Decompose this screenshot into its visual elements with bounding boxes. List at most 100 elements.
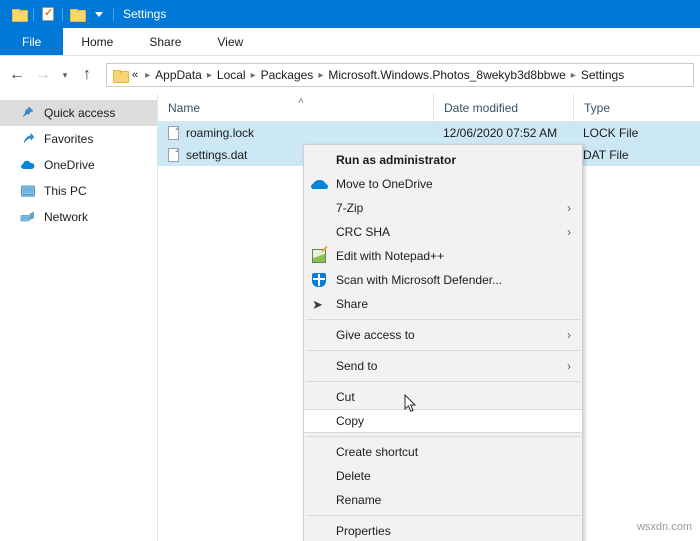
breadcrumb-item-package[interactable]: Microsoft.Windows.Photos_8wekyb3d8bbwe bbox=[328, 68, 565, 82]
menu-item-edit-with-notepad-plus-plus[interactable]: Edit with Notepad++ bbox=[304, 244, 582, 268]
chevron-right-icon: › bbox=[567, 328, 571, 342]
chevron-right-icon: ▸ bbox=[145, 69, 151, 81]
menu-item-rename[interactable]: Rename bbox=[304, 488, 582, 512]
network-icon bbox=[20, 209, 36, 225]
breadcrumb-item-appdata[interactable]: AppData bbox=[155, 68, 202, 82]
folder-icon[interactable] bbox=[8, 3, 30, 25]
generic-file-icon bbox=[168, 148, 179, 162]
blank-icon-slot bbox=[312, 200, 334, 216]
chevron-right-icon: › bbox=[567, 225, 571, 239]
menu-separator bbox=[306, 381, 580, 382]
file-name-label: settings.dat bbox=[186, 148, 248, 162]
title-bar: Settings bbox=[0, 0, 700, 28]
menu-item-share[interactable]: ➤ Share bbox=[304, 292, 582, 316]
menu-item-label: Run as administrator bbox=[336, 153, 457, 167]
menu-item-label: Send to bbox=[336, 359, 378, 373]
folder-icon bbox=[113, 69, 129, 83]
breadcrumb-overflow[interactable]: « bbox=[132, 69, 138, 81]
menu-item-label: Rename bbox=[336, 493, 382, 507]
menu-item-label: Create shortcut bbox=[336, 445, 419, 459]
blank-icon-slot bbox=[312, 413, 334, 429]
menu-item-crc-sha[interactable]: CRC SHA › bbox=[304, 220, 582, 244]
ribbon-tab-bar: File Home Share View bbox=[0, 28, 700, 56]
watermark: wsxdn.com bbox=[636, 521, 692, 533]
column-header-type[interactable]: Type bbox=[573, 93, 700, 122]
menu-item-scan-with-microsoft-defender[interactable]: Scan with Microsoft Defender... bbox=[304, 268, 582, 292]
menu-item-label: Cut bbox=[336, 390, 355, 404]
arrow-up-icon[interactable]: ↑ bbox=[74, 62, 100, 88]
chevron-right-icon: › bbox=[567, 201, 571, 215]
address-bar: ← → ▾ ↑ « ▸ AppData ▸ Local ▸ Packages ▸… bbox=[0, 56, 700, 94]
chevron-right-icon: ▸ bbox=[250, 69, 256, 81]
menu-item-run-as-administrator[interactable]: Run as administrator bbox=[304, 148, 582, 172]
menu-item-delete[interactable]: Delete bbox=[304, 464, 582, 488]
properties-icon[interactable] bbox=[37, 3, 59, 25]
sidebar-item-label: Favorites bbox=[44, 132, 94, 146]
menu-item-label: Delete bbox=[336, 469, 371, 483]
arrow-right-icon[interactable]: → bbox=[30, 62, 56, 88]
chevron-down-icon[interactable] bbox=[88, 3, 110, 25]
menu-item-7-zip[interactable]: 7-Zip › bbox=[304, 196, 582, 220]
menu-item-label: Properties bbox=[336, 524, 391, 538]
column-header-label: Date modified bbox=[444, 100, 519, 115]
menu-item-label: Share bbox=[336, 297, 369, 311]
chevron-right-icon: ▸ bbox=[570, 69, 576, 81]
breadcrumb-item-settings[interactable]: Settings bbox=[581, 68, 624, 82]
menu-item-label: CRC SHA bbox=[336, 225, 391, 239]
breadcrumb-item-packages[interactable]: Packages bbox=[261, 68, 314, 82]
column-header-name[interactable]: Name ˄ bbox=[158, 94, 433, 122]
blank-icon-slot bbox=[312, 358, 334, 374]
navigation-pane: Quick access Favorites OneDrive This PC … bbox=[0, 94, 158, 541]
menu-item-label: Scan with Microsoft Defender... bbox=[336, 273, 503, 287]
onedrive-cloud-icon bbox=[20, 157, 36, 173]
blank-icon-slot bbox=[312, 327, 334, 343]
menu-item-label: Move to OneDrive bbox=[336, 177, 433, 191]
chevron-down-icon[interactable]: ▾ bbox=[56, 62, 74, 88]
menu-separator bbox=[306, 436, 580, 437]
tab-share[interactable]: Share bbox=[131, 28, 199, 55]
blank-icon-slot bbox=[312, 444, 334, 460]
sidebar-item-favorites[interactable]: Favorites bbox=[0, 126, 157, 152]
sidebar-item-this-pc[interactable]: This PC bbox=[0, 178, 157, 204]
tab-file[interactable]: File bbox=[0, 28, 64, 55]
menu-item-move-to-onedrive[interactable]: Move to OneDrive bbox=[304, 172, 582, 196]
blank-icon-slot bbox=[312, 224, 334, 240]
new-folder-icon[interactable] bbox=[66, 3, 88, 25]
breadcrumb[interactable]: « ▸ AppData ▸ Local ▸ Packages ▸ Microso… bbox=[106, 63, 694, 87]
arrow-left-icon[interactable]: ← bbox=[4, 62, 30, 88]
this-pc-monitor-icon bbox=[20, 183, 36, 199]
favorites-arrow-icon bbox=[20, 131, 36, 147]
file-date-cell: 12/06/2020 07:52 AM bbox=[443, 126, 558, 140]
column-header-date-modified[interactable]: Date modified bbox=[433, 93, 573, 122]
menu-item-label: 7-Zip bbox=[336, 201, 364, 215]
sidebar-item-onedrive[interactable]: OneDrive bbox=[0, 152, 157, 178]
sidebar-item-quick-access[interactable]: Quick access bbox=[0, 100, 157, 126]
sidebar-item-label: Quick access bbox=[44, 106, 116, 120]
file-type-cell: LOCK File bbox=[583, 126, 639, 140]
sidebar-item-network[interactable]: Network bbox=[0, 204, 157, 230]
column-header-label: Type bbox=[584, 100, 611, 115]
blank-icon-slot bbox=[312, 492, 334, 508]
column-header-row: Name ˄ Date modified Type bbox=[158, 93, 700, 122]
menu-item-cut[interactable]: Cut bbox=[304, 385, 582, 409]
blank-icon-slot bbox=[312, 389, 334, 405]
menu-item-create-shortcut[interactable]: Create shortcut bbox=[304, 440, 582, 464]
onedrive-cloud-icon bbox=[311, 176, 334, 192]
file-name-cell: roaming.lock bbox=[158, 122, 433, 144]
tab-view[interactable]: View bbox=[199, 28, 261, 55]
table-row[interactable]: roaming.lock 12/06/2020 07:52 AM LOCK Fi… bbox=[158, 122, 700, 144]
file-type-cell: DAT File bbox=[583, 148, 629, 162]
menu-item-send-to[interactable]: Send to › bbox=[304, 354, 582, 378]
menu-item-give-access-to[interactable]: Give access to › bbox=[304, 323, 582, 347]
chevron-right-icon: ▸ bbox=[318, 69, 324, 81]
column-header-label: Name bbox=[168, 100, 201, 115]
breadcrumb-item-local[interactable]: Local bbox=[217, 68, 246, 82]
tab-home[interactable]: Home bbox=[63, 28, 131, 55]
menu-separator bbox=[306, 319, 580, 320]
blank-icon-slot bbox=[312, 468, 334, 484]
sort-ascending-icon: ˄ bbox=[298, 95, 304, 107]
menu-separator bbox=[306, 515, 580, 516]
menu-item-properties[interactable]: Properties bbox=[304, 519, 582, 541]
menu-item-copy[interactable]: Copy bbox=[304, 409, 582, 433]
chevron-right-icon: ▸ bbox=[206, 69, 212, 81]
